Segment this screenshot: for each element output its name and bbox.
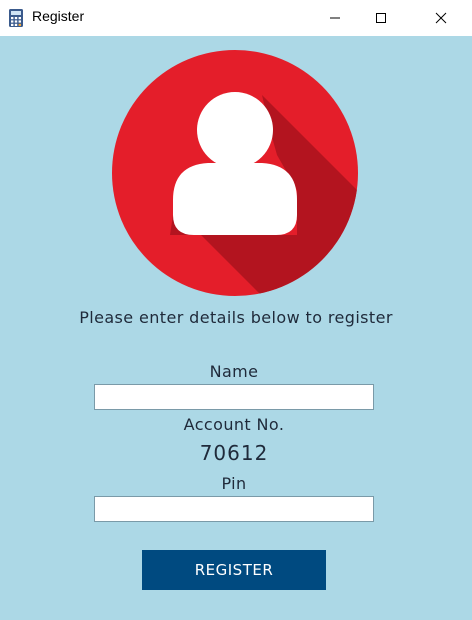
close-button[interactable] — [418, 0, 464, 36]
account-number-value: 70612 — [199, 441, 269, 465]
instruction-text: Please enter details below to register — [79, 308, 393, 327]
user-avatar-icon — [112, 50, 358, 296]
pin-input[interactable] — [94, 496, 374, 522]
maximize-button[interactable] — [358, 0, 404, 36]
calculator-icon — [9, 9, 23, 27]
window-title: Register — [32, 8, 85, 24]
title-bar: Register — [0, 0, 472, 36]
register-button[interactable]: REGISTER — [142, 550, 326, 590]
name-label: Name — [209, 362, 259, 381]
minimize-icon — [330, 17, 340, 19]
close-icon — [435, 12, 447, 24]
name-input[interactable] — [94, 384, 374, 410]
minimize-button[interactable] — [312, 0, 358, 36]
pin-label: Pin — [221, 474, 247, 493]
maximize-icon — [376, 13, 386, 23]
account-number-label: Account No. — [183, 415, 285, 434]
register-window: Register Please enter details below to r… — [0, 0, 472, 620]
